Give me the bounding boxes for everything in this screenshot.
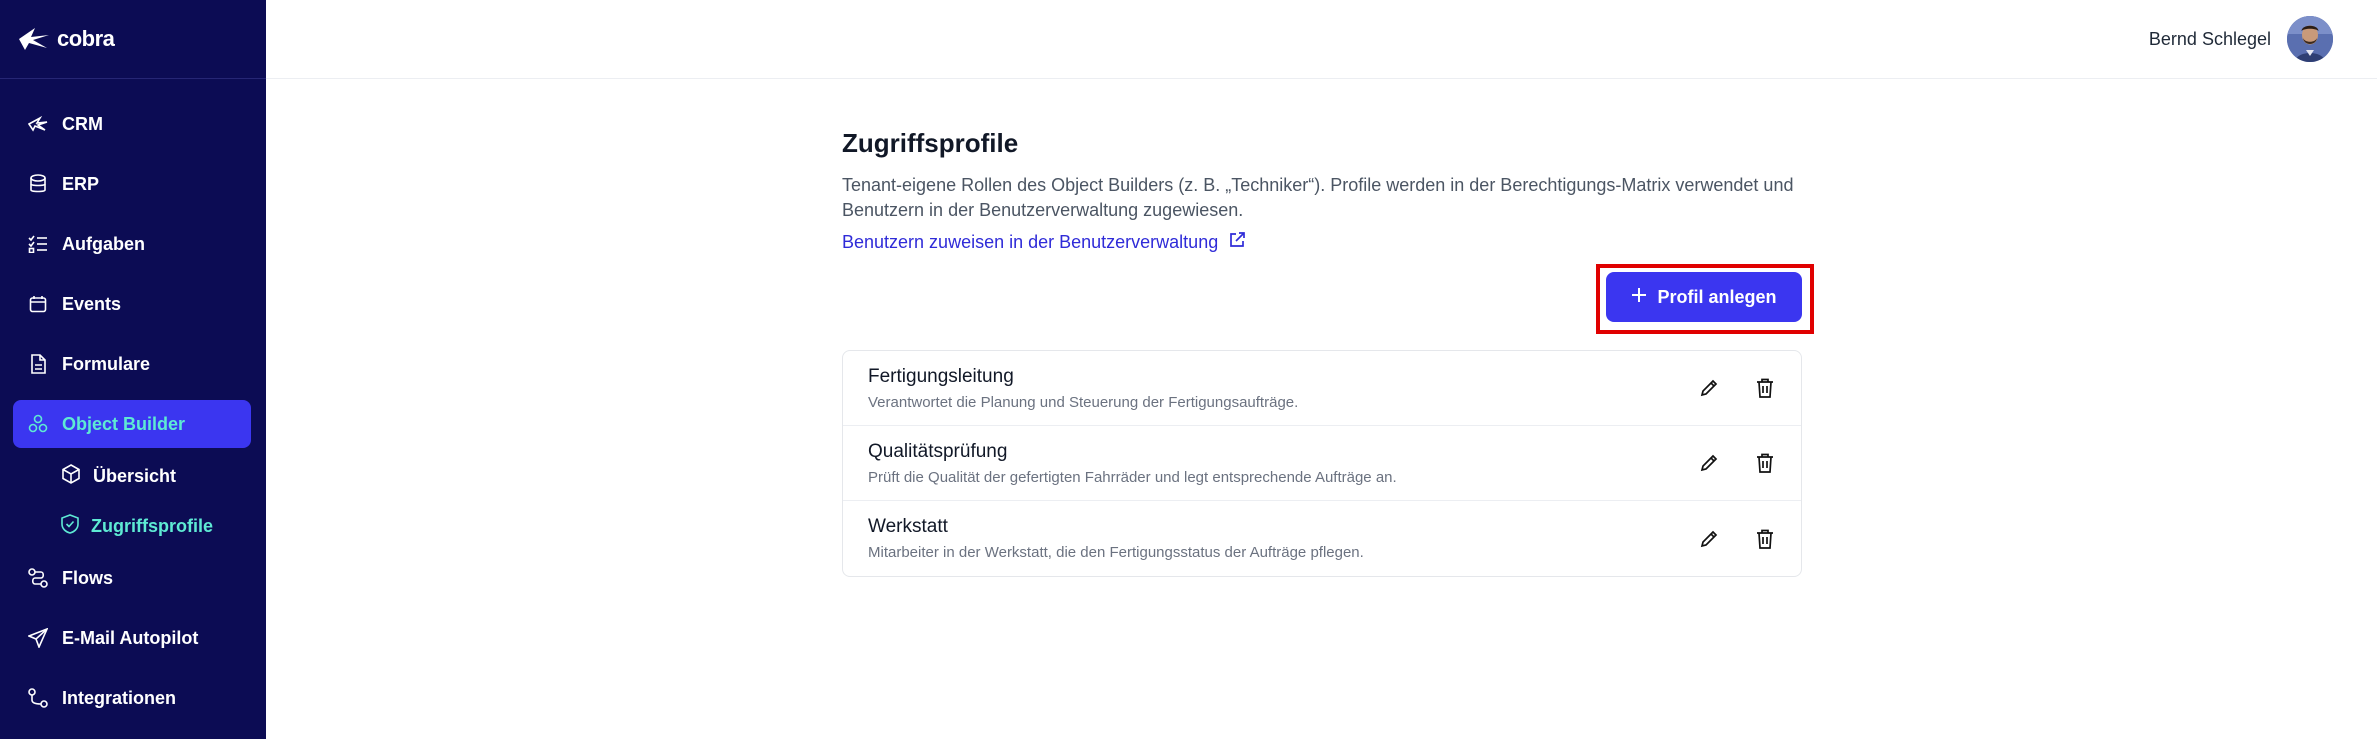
cobra-logo-icon bbox=[17, 26, 51, 52]
user-management-link-text: Benutzern zuweisen in der Benutzerverwal… bbox=[842, 232, 1219, 252]
sidebar-item-formulare[interactable]: Formulare bbox=[13, 340, 251, 388]
sidebar-item-label: Übersicht bbox=[93, 465, 177, 486]
sidebar: cobra CRM ERP Aufgaben Events Formulare … bbox=[0, 0, 266, 739]
sidebar-item-label: Zugriffsprofile bbox=[91, 515, 213, 536]
document-icon bbox=[28, 354, 48, 374]
sidebar-item-integrationen[interactable]: Integrationen bbox=[13, 674, 251, 722]
profile-name: Fertigungsleitung bbox=[868, 365, 1014, 387]
delete-icon[interactable] bbox=[1751, 449, 1779, 477]
sidebar-item-events[interactable]: Events bbox=[13, 280, 251, 328]
sidebar-item-label: Formulare bbox=[62, 353, 151, 374]
profile-name: Werkstatt bbox=[868, 516, 948, 537]
page-description: Tenant-eigene Rollen des Object Builders… bbox=[842, 175, 1794, 220]
shield-icon bbox=[61, 513, 79, 539]
edit-icon[interactable] bbox=[1695, 525, 1723, 553]
sidebar-item-label: ERP bbox=[62, 173, 100, 194]
edit-icon[interactable] bbox=[1695, 449, 1723, 477]
action-row: Profil anlegen bbox=[842, 254, 1814, 334]
main-nav: CRM ERP Aufgaben Events Formulare Object… bbox=[13, 100, 251, 734]
page-title: Zugriffsprofile bbox=[842, 128, 1019, 158]
table-row: Fertigungsleitung Verantwortet die Planu… bbox=[843, 351, 1801, 426]
checklist-icon bbox=[28, 234, 48, 254]
flow-icon bbox=[28, 568, 48, 588]
delete-icon[interactable] bbox=[1751, 525, 1779, 553]
main-content: Zugriffsprofile Tenant-eigene Rollen des… bbox=[842, 128, 1814, 577]
table-row: Qualitätsprüfung Prüft die Qualität der … bbox=[843, 426, 1801, 501]
logo-text: cobra bbox=[57, 26, 115, 51]
object-builder-icon bbox=[28, 414, 48, 434]
row-actions bbox=[1695, 525, 1779, 553]
sidebar-item-label: Events bbox=[62, 293, 122, 314]
sidebar-item-email-autopilot[interactable]: E-Mail Autopilot bbox=[13, 614, 251, 662]
profile-info: Qualitätsprüfung Prüft die Qualität der … bbox=[868, 441, 1397, 486]
table-row: Werkstatt Mitarbeiter in der Werkstatt, … bbox=[843, 501, 1801, 576]
profile-description: Verantwortet die Planung und Steuerung d… bbox=[868, 393, 1299, 411]
logo[interactable]: cobra bbox=[0, 0, 266, 79]
user-name: Bernd Schlegel bbox=[2148, 28, 2271, 49]
profile-list: Fertigungsleitung Verantwortet die Planu… bbox=[842, 350, 1802, 577]
avatar[interactable] bbox=[2287, 16, 2333, 62]
sidebar-item-label: Object Builder bbox=[62, 413, 186, 434]
sidebar-subitem-zugriffsprofile[interactable]: Zugriffsprofile bbox=[13, 504, 251, 548]
sidebar-item-crm[interactable]: CRM bbox=[13, 100, 251, 148]
sidebar-item-erp[interactable]: ERP bbox=[13, 160, 251, 208]
edit-icon[interactable] bbox=[1695, 374, 1723, 402]
sidebar-item-label: Integrationen bbox=[62, 687, 177, 708]
sidebar-item-object-builder[interactable]: Object Builder bbox=[13, 400, 251, 448]
object-builder-submenu: Übersicht Zugriffsprofile bbox=[13, 454, 251, 548]
sidebar-item-aufgaben[interactable]: Aufgaben bbox=[13, 220, 251, 268]
row-actions bbox=[1695, 449, 1779, 477]
sidebar-subitem-uebersicht[interactable]: Übersicht bbox=[13, 454, 251, 498]
delete-icon[interactable] bbox=[1751, 374, 1779, 402]
crm-icon bbox=[28, 114, 48, 134]
sidebar-item-label: Aufgaben bbox=[62, 233, 145, 254]
row-actions bbox=[1695, 374, 1779, 402]
top-header: Bernd Schlegel bbox=[266, 0, 2377, 79]
send-icon bbox=[28, 628, 48, 648]
sidebar-item-label: E-Mail Autopilot bbox=[62, 627, 199, 648]
external-link-icon bbox=[1228, 231, 1246, 254]
profile-info: Werkstatt Mitarbeiter in der Werkstatt, … bbox=[868, 516, 1364, 561]
profile-description: Prüft die Qualität der gefertigten Fahrr… bbox=[868, 468, 1397, 486]
user-management-link[interactable]: Benutzern zuweisen in der Benutzerverwal… bbox=[842, 231, 1246, 254]
profile-info: Fertigungsleitung Verantwortet die Planu… bbox=[868, 366, 1298, 411]
profile-name: Qualitätsprüfung bbox=[868, 440, 1008, 462]
sidebar-item-label: Flows bbox=[62, 567, 114, 588]
create-profile-label: Profil anlegen bbox=[1657, 286, 1777, 307]
plus-icon bbox=[1631, 287, 1647, 308]
create-profile-button[interactable]: Profil anlegen bbox=[1606, 272, 1802, 322]
integration-icon bbox=[28, 688, 48, 708]
cube-icon bbox=[61, 463, 81, 489]
calendar-icon bbox=[28, 294, 48, 314]
database-icon bbox=[28, 174, 48, 194]
sidebar-item-flows[interactable]: Flows bbox=[13, 554, 251, 602]
profile-description: Mitarbeiter in der Werkstatt, die den Fe… bbox=[868, 544, 1364, 561]
sidebar-item-label: CRM bbox=[62, 113, 103, 134]
